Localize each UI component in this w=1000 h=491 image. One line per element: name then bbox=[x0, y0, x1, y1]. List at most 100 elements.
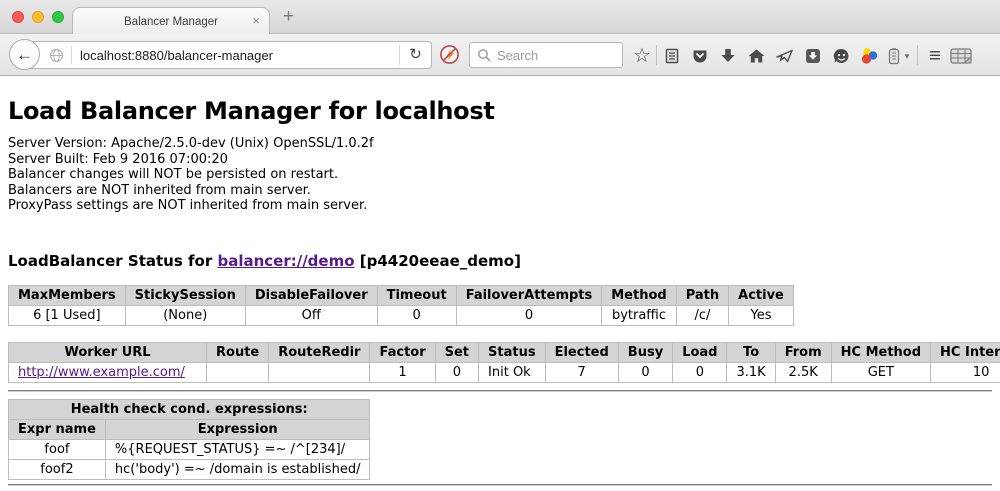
keyboard-grid-icon[interactable] bbox=[950, 45, 972, 67]
column-header: Elected bbox=[545, 342, 618, 362]
page-title: Load Balancer Manager for localhost bbox=[8, 97, 992, 125]
new-tab-button[interactable]: + bbox=[283, 6, 294, 28]
column-header: FailoverAttempts bbox=[456, 285, 602, 305]
close-window-button[interactable] bbox=[12, 11, 24, 23]
factor-cell: 1 bbox=[370, 362, 435, 382]
failoverattempts-cell: 0 bbox=[456, 305, 602, 325]
inherit-note-line: Balancers are NOT inherited from main se… bbox=[8, 183, 992, 199]
expr-name-cell: foof2 bbox=[9, 459, 106, 479]
status-heading-prefix: LoadBalancer Status for bbox=[8, 252, 217, 270]
reading-list-icon[interactable] bbox=[661, 45, 683, 67]
worker-url-cell: http://www.example.com/ bbox=[9, 362, 207, 382]
path-cell: /c/ bbox=[676, 305, 728, 325]
balancer-demo-link[interactable]: balancer://demo bbox=[217, 252, 354, 270]
route-cell bbox=[207, 362, 269, 382]
titlebar: Balancer Manager × + bbox=[0, 0, 1000, 34]
column-header: DisableFailover bbox=[245, 285, 377, 305]
column-header: Expr name bbox=[9, 419, 106, 439]
reload-button[interactable]: ↻ bbox=[399, 45, 431, 65]
downloads-icon[interactable] bbox=[717, 45, 739, 67]
search-input[interactable] bbox=[497, 48, 607, 63]
url-field[interactable]: localhost:8880/balancer-manager bbox=[80, 48, 399, 63]
toolbar-divider bbox=[917, 45, 918, 65]
routeredir-cell bbox=[269, 362, 370, 382]
from-cell: 2.5K bbox=[775, 362, 831, 382]
column-header: Load bbox=[673, 342, 727, 362]
persist-note-line: Balancer changes will NOT be persisted o… bbox=[8, 167, 992, 183]
download-helper-icon[interactable] bbox=[802, 45, 824, 67]
column-header: Busy bbox=[618, 342, 672, 362]
column-header: StickySession bbox=[125, 285, 245, 305]
zoom-window-button[interactable] bbox=[52, 11, 64, 23]
to-cell: 3.1K bbox=[727, 362, 775, 382]
column-header: MaxMembers bbox=[9, 285, 126, 305]
column-header: RouteRedir bbox=[269, 342, 370, 362]
menu-icon[interactable]: ≡ bbox=[924, 45, 946, 67]
send-plane-icon[interactable] bbox=[773, 45, 795, 67]
table-header-row: MaxMembers StickySession DisableFailover… bbox=[9, 285, 794, 305]
colorful-dots-icon[interactable] bbox=[858, 45, 880, 67]
active-cell: Yes bbox=[729, 305, 794, 325]
server-version-line: Server Version: Apache/2.5.0-dev (Unix) … bbox=[8, 136, 992, 152]
column-header: Expression bbox=[105, 419, 370, 439]
toolbar-divider bbox=[656, 45, 657, 65]
expr-name-cell: foof bbox=[9, 439, 106, 459]
worker-table: Worker URL Route RouteRedir Factor Set S… bbox=[8, 342, 1000, 383]
column-header: Status bbox=[479, 342, 546, 362]
home-icon[interactable] bbox=[745, 45, 767, 67]
column-header: HC Interval bbox=[931, 342, 1000, 362]
maxmembers-cell: 6 [1 Used] bbox=[9, 305, 126, 325]
flash-block-icon[interactable] bbox=[439, 44, 460, 65]
server-info: Server Version: Apache/2.5.0-dev (Unix) … bbox=[8, 136, 992, 214]
navigation-toolbar: ← localhost:8880/balancer-manager ↻ ☆ bbox=[0, 34, 1000, 76]
health-check-table: Health check cond. expressions: Expr nam… bbox=[8, 399, 370, 480]
expression-cell: %{REQUEST_STATUS} =~ /^[234]/ bbox=[105, 439, 370, 459]
hc-interval-cell: 10 bbox=[931, 362, 1000, 382]
tab-close-icon[interactable]: × bbox=[252, 13, 260, 28]
globe-icon bbox=[49, 48, 64, 63]
search-icon bbox=[477, 48, 492, 63]
url-divider bbox=[71, 46, 72, 64]
column-header: Factor bbox=[370, 342, 435, 362]
back-button[interactable]: ← bbox=[9, 39, 40, 70]
table-row: foof %{REQUEST_STATUS} =~ /^[234]/ bbox=[9, 439, 370, 459]
extension-dropdown-caret[interactable]: ▾ bbox=[901, 45, 913, 67]
bookmark-star-icon[interactable]: ☆ bbox=[631, 45, 653, 67]
column-header: Active bbox=[729, 285, 794, 305]
table-row: foof2 hc('body') =~ /domain is establish… bbox=[9, 459, 370, 479]
worker-url-link[interactable]: http://www.example.com/ bbox=[18, 365, 185, 380]
column-header: Route bbox=[207, 342, 269, 362]
chat-smiley-icon[interactable] bbox=[830, 45, 852, 67]
expression-cell: hc('body') =~ /domain is established/ bbox=[105, 459, 370, 479]
column-header: Set bbox=[435, 342, 478, 362]
search-bar[interactable] bbox=[469, 42, 623, 68]
timeout-cell: 0 bbox=[377, 305, 456, 325]
column-header: From bbox=[775, 342, 831, 362]
server-built-line: Server Built: Feb 9 2016 07:00:20 bbox=[8, 152, 992, 168]
proxypass-note-line: ProxyPass settings are NOT inherited fro… bbox=[8, 198, 992, 214]
minimize-window-button[interactable] bbox=[32, 11, 44, 23]
pocket-icon[interactable] bbox=[689, 45, 711, 67]
disablefailover-cell: Off bbox=[245, 305, 377, 325]
browser-tab[interactable]: Balancer Manager × bbox=[72, 7, 270, 35]
loadbalancer-status-heading: LoadBalancer Status for balancer://demo … bbox=[8, 252, 992, 270]
table-header-row: Expr name Expression bbox=[9, 419, 370, 439]
url-bar[interactable]: localhost:8880/balancer-manager ↻ bbox=[24, 41, 432, 69]
page-bottom-divider bbox=[8, 484, 992, 486]
column-header: Worker URL bbox=[9, 342, 207, 362]
health-table-title: Health check cond. expressions: bbox=[9, 399, 370, 419]
method-cell: bytraffic bbox=[602, 305, 676, 325]
hc-method-cell: GET bbox=[831, 362, 930, 382]
busy-cell: 0 bbox=[618, 362, 672, 382]
set-cell: 0 bbox=[435, 362, 478, 382]
tab-title: Balancer Manager bbox=[124, 16, 218, 28]
balancer-summary-table: MaxMembers StickySession DisableFailover… bbox=[8, 285, 794, 326]
column-header: To bbox=[727, 342, 775, 362]
column-header: Path bbox=[676, 285, 728, 305]
load-cell: 0 bbox=[673, 362, 727, 382]
column-header: HC Method bbox=[831, 342, 930, 362]
table-header-row: Worker URL Route RouteRedir Factor Set S… bbox=[9, 342, 1000, 362]
page-content: Load Balancer Manager for localhost Serv… bbox=[0, 76, 1000, 491]
column-header: Timeout bbox=[377, 285, 456, 305]
elected-cell: 7 bbox=[545, 362, 618, 382]
